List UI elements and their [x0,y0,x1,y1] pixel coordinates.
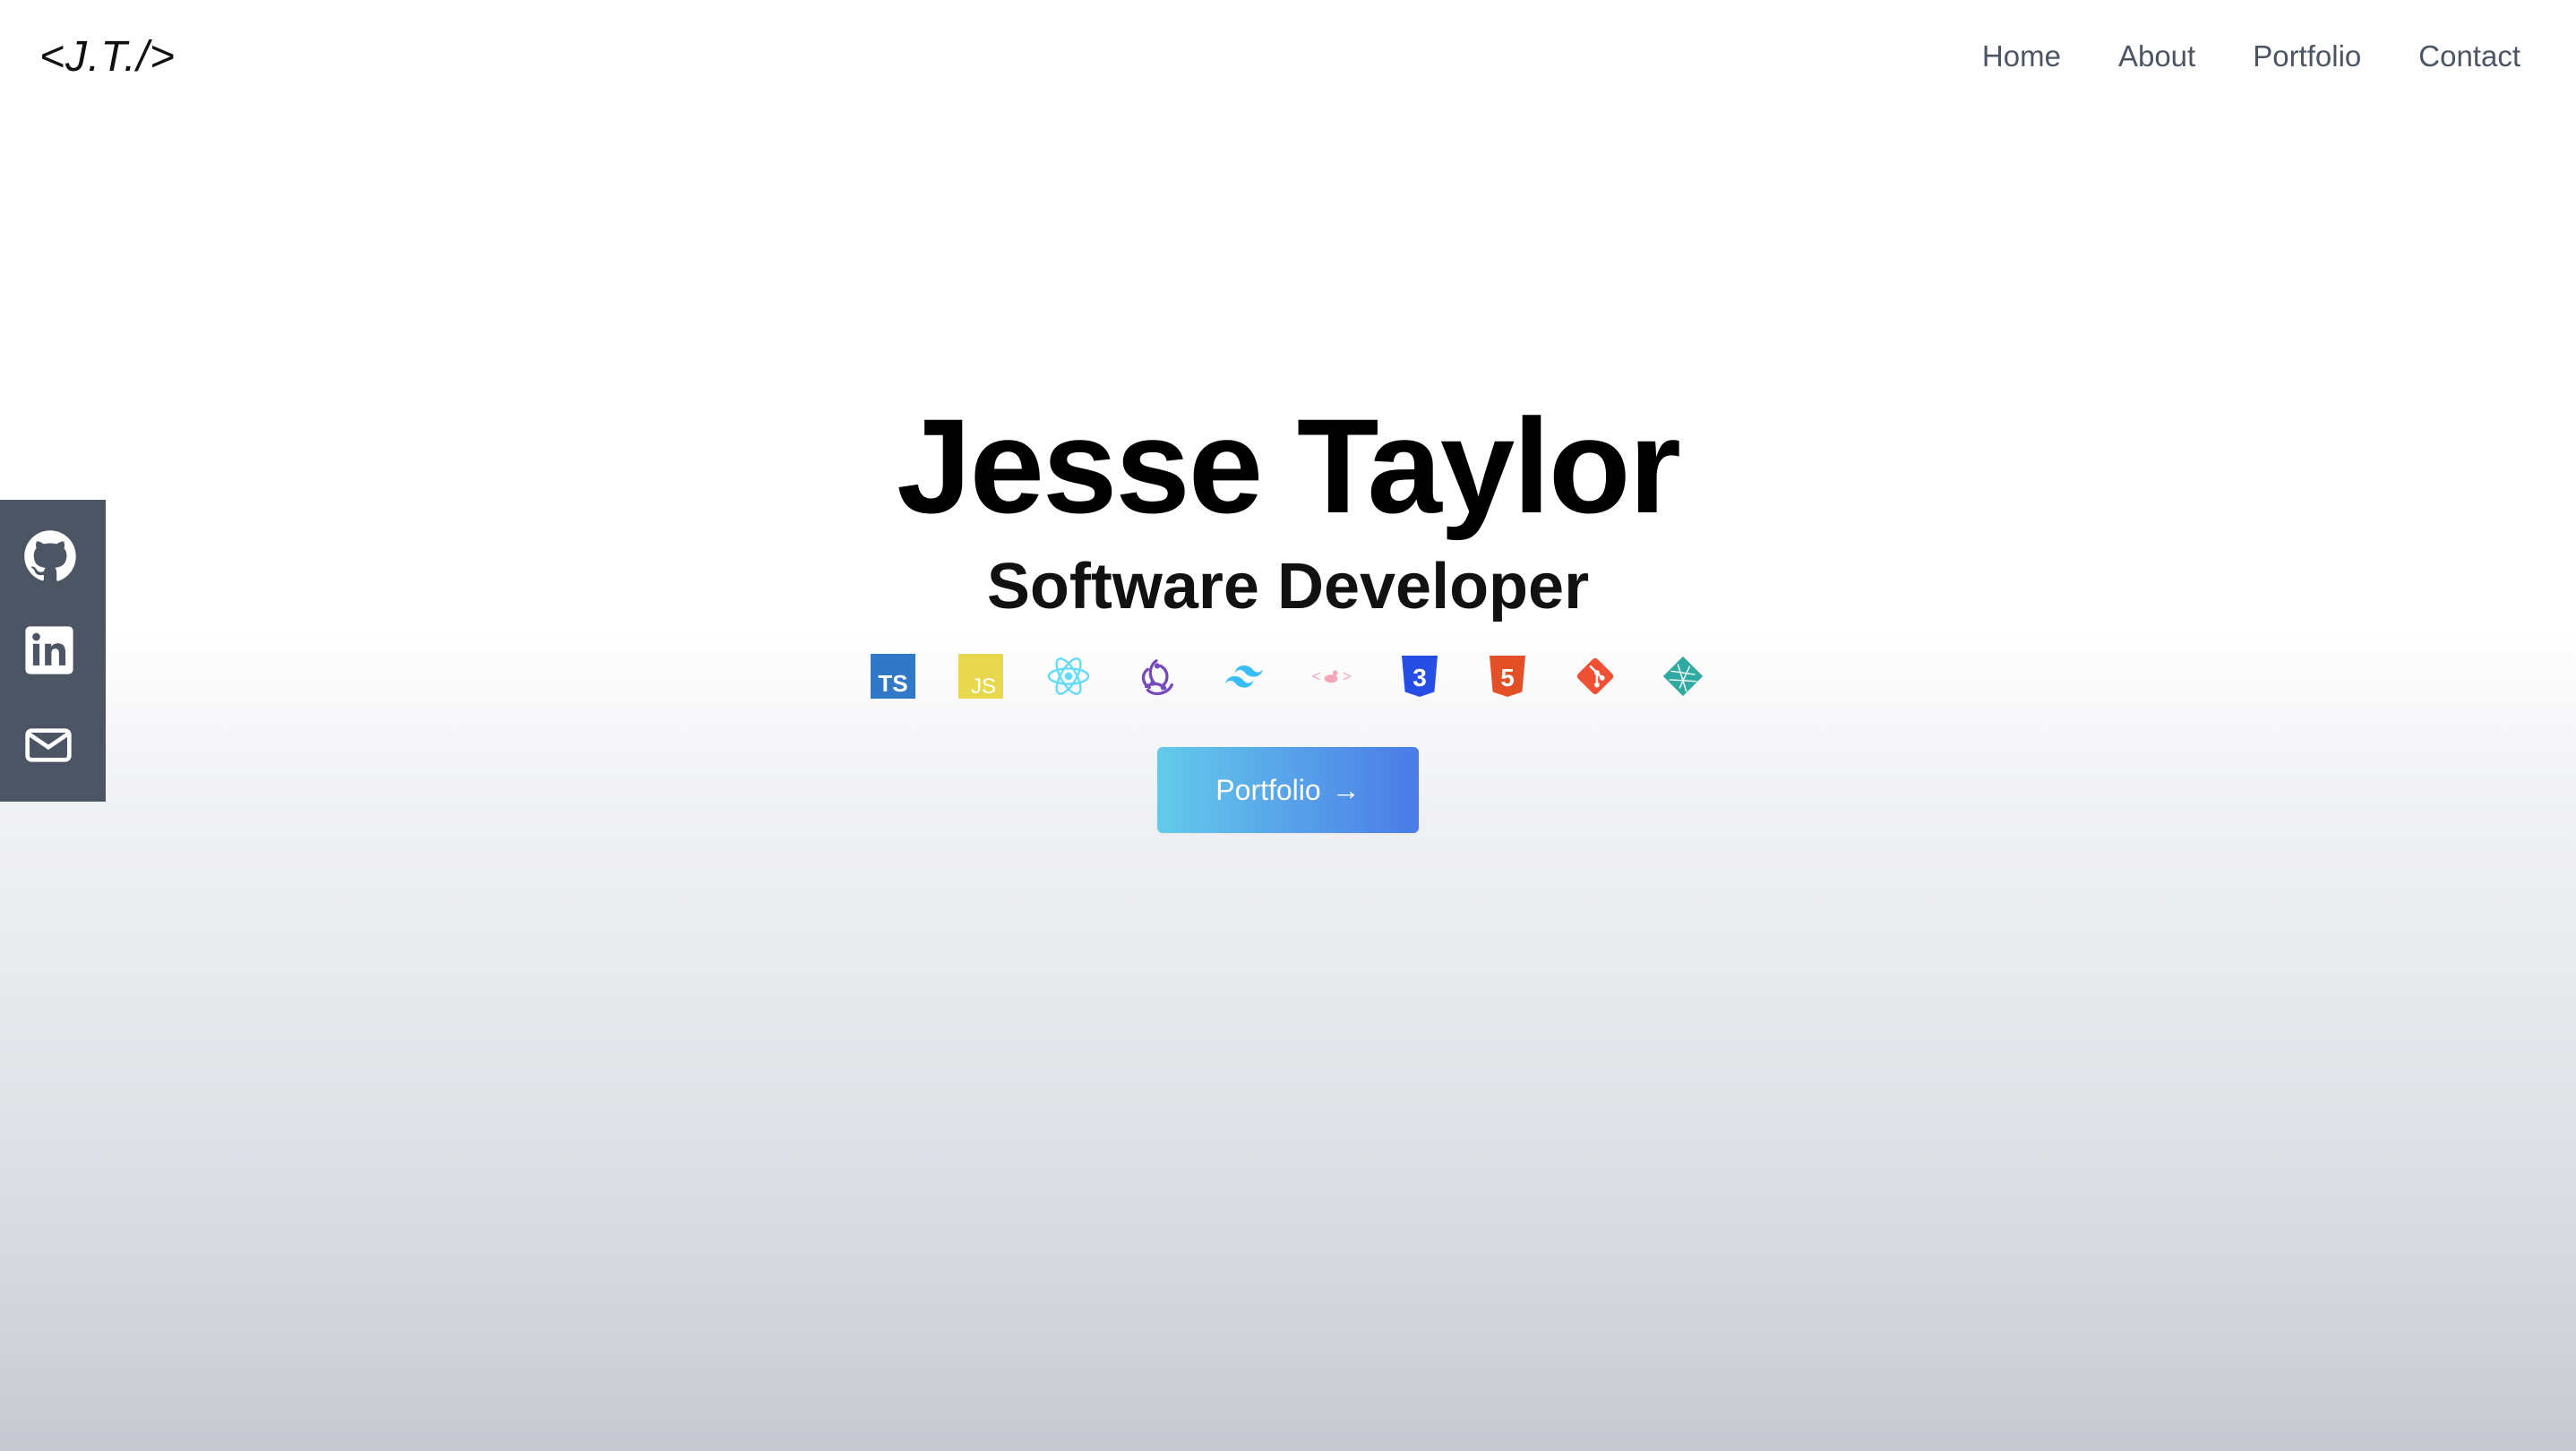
html5-icon: 5 [1485,654,1530,699]
nav-contact[interactable]: Contact [2418,34,2520,79]
site-logo[interactable]: <J.T./> [39,32,176,82]
css3-label: 3 [1413,664,1427,691]
typescript-label: TS [878,670,907,697]
styled-components-icon: < > [1309,654,1354,699]
hero-title: Software Developer [986,551,1590,622]
portfolio-button[interactable]: Portfolio → [1157,747,1419,833]
javascript-label: JS [971,674,996,699]
javascript-icon: JS [958,654,1003,699]
tech-stack-row: TS JS < > 3 5 [0,654,2576,699]
hero-name: Jesse Taylor [897,391,1681,541]
site-header: <J.T./> Home About Portfolio Contact [0,0,2576,116]
main-nav: Home About Portfolio Contact [1982,34,2520,79]
tailwind-icon [1222,654,1267,699]
react-icon [1046,654,1091,699]
svg-text:<: < [1312,668,1321,685]
typescript-icon: TS [871,654,915,699]
email-link[interactable] [0,700,106,790]
nav-about[interactable]: About [2118,34,2195,79]
nav-portfolio[interactable]: Portfolio [2253,34,2361,79]
redux-icon [1134,654,1179,699]
nav-home[interactable]: Home [1982,34,2061,79]
git-icon [1573,654,1618,699]
hero-section: Jesse Taylor Software Developer [0,385,2576,627]
html5-label: 5 [1500,664,1515,691]
svg-text:>: > [1343,668,1352,685]
netlify-icon [1661,654,1705,699]
arrow-right-icon: → [1331,773,1361,806]
portfolio-button-label: Portfolio [1215,773,1321,806]
email-icon [25,728,72,762]
css3-icon: 3 [1397,654,1442,699]
